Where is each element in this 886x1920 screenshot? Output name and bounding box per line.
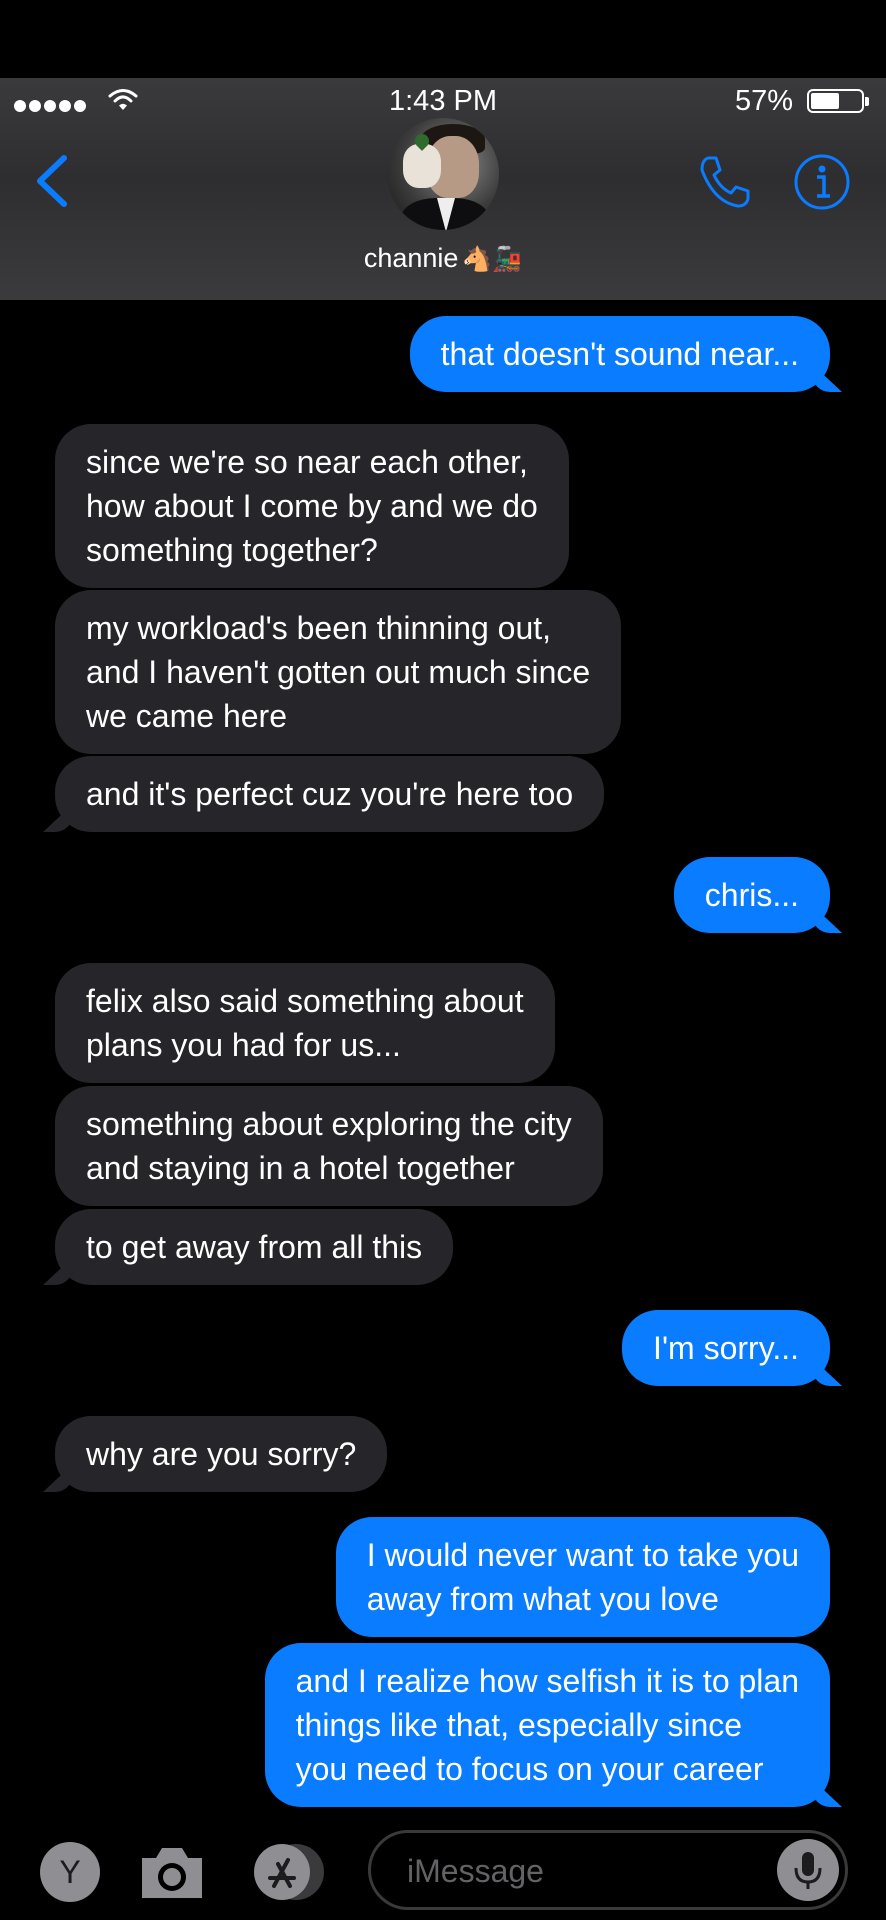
contact-emoji: 🐴🚂 xyxy=(462,246,523,273)
message-input[interactable]: iMessage xyxy=(368,1830,848,1910)
microphone-icon[interactable] xyxy=(777,1839,839,1901)
message-bubble-outgoing[interactable]: I would never want to take you away from… xyxy=(335,1517,830,1637)
message-bubble-incoming[interactable]: why are you sorry? xyxy=(55,1416,388,1492)
camera-icon[interactable] xyxy=(136,1842,202,1902)
message-bubble-outgoing[interactable]: chris... xyxy=(673,857,830,933)
message-bubble-incoming[interactable]: and it's perfect cuz you're here too xyxy=(55,756,605,832)
contact-name: channie xyxy=(363,243,459,273)
message-bubble-incoming[interactable]: to get away from all this xyxy=(55,1209,454,1285)
message-bubble-incoming[interactable]: felix also said something about plans yo… xyxy=(55,963,555,1083)
status-bar: 1:43 PM 57% xyxy=(0,78,886,122)
message-bubble-incoming[interactable]: something about exploring the city and s… xyxy=(55,1086,603,1206)
chevron-left-icon[interactable] xyxy=(30,150,74,217)
message-bubble-incoming[interactable]: since we're so near each other, how abou… xyxy=(55,424,569,588)
message-bubble-outgoing[interactable]: I'm sorry... xyxy=(622,1310,830,1386)
composer-bar: Y iMessage xyxy=(0,1812,886,1920)
battery-percent: 57% xyxy=(734,85,793,117)
phone-icon[interactable] xyxy=(694,152,754,217)
app-shortcut-button[interactable]: Y xyxy=(40,1842,100,1902)
contact-avatar[interactable] xyxy=(387,118,499,230)
contact-name-row[interactable]: channie 🐴🚂 xyxy=(0,243,886,274)
message-input-placeholder: iMessage xyxy=(407,1853,544,1889)
appstore-icon[interactable] xyxy=(250,1842,324,1902)
battery-fill xyxy=(811,93,839,109)
battery-icon xyxy=(807,89,869,113)
message-bubble-outgoing[interactable]: and I realize how selfish it is to plan … xyxy=(264,1643,830,1807)
info-icon[interactable] xyxy=(792,152,852,217)
message-bubble-incoming[interactable]: my workload's been thinning out, and I h… xyxy=(55,590,622,754)
conversation-header: 1:43 PM 57% channie 🐴🚂 xyxy=(0,78,886,300)
message-bubble-outgoing[interactable]: that doesn't sound near... xyxy=(409,316,830,392)
